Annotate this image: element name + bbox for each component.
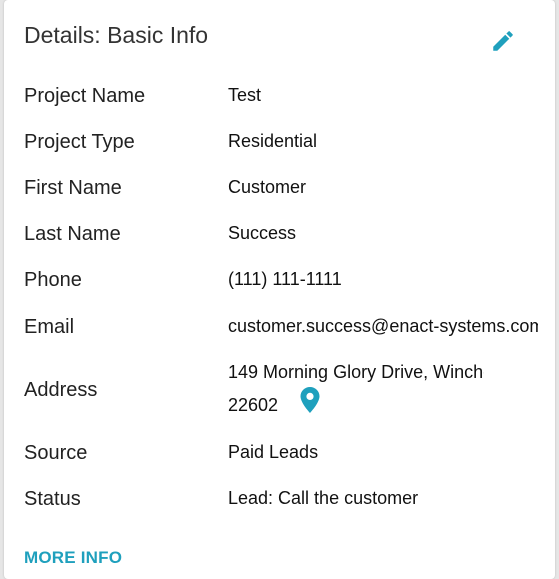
email-value: customer.success@enact-systems.com (228, 316, 538, 336)
pencil-icon (493, 31, 513, 51)
source-label: Source (24, 442, 88, 464)
phone-label: Phone (24, 269, 82, 291)
first-name-label: First Name (24, 177, 122, 199)
project-name-label: Project Name (24, 85, 146, 107)
address-label: Address (24, 379, 98, 401)
last-name-label: Last Name (24, 223, 121, 245)
status-label: Status (24, 488, 81, 510)
more-info-link[interactable]: MORE INFO (24, 548, 122, 568)
edit-button[interactable] (488, 26, 518, 56)
project-name-value: Test (228, 85, 262, 105)
map-pin-button[interactable] (300, 387, 320, 413)
phone-value: (111) 111-1111 (228, 269, 342, 289)
status-value: Lead: Call the customer (228, 488, 419, 508)
map-pin-icon (300, 387, 320, 413)
email-label: Email (24, 316, 75, 338)
first-name-value: Customer (228, 177, 307, 197)
basic-info-card: Details: Basic Info Project Name Test Pr… (4, 0, 555, 579)
last-name-value: Success (228, 223, 297, 243)
address-line2: 22602 (228, 395, 279, 415)
project-type-value: Residential (228, 131, 318, 151)
address-line1: 149 Morning Glory Drive, Winchester, VA (228, 362, 484, 382)
card-title: Details: Basic Info (24, 22, 209, 48)
project-type-label: Project Type (24, 131, 135, 153)
source-value: Paid Leads (228, 442, 319, 462)
